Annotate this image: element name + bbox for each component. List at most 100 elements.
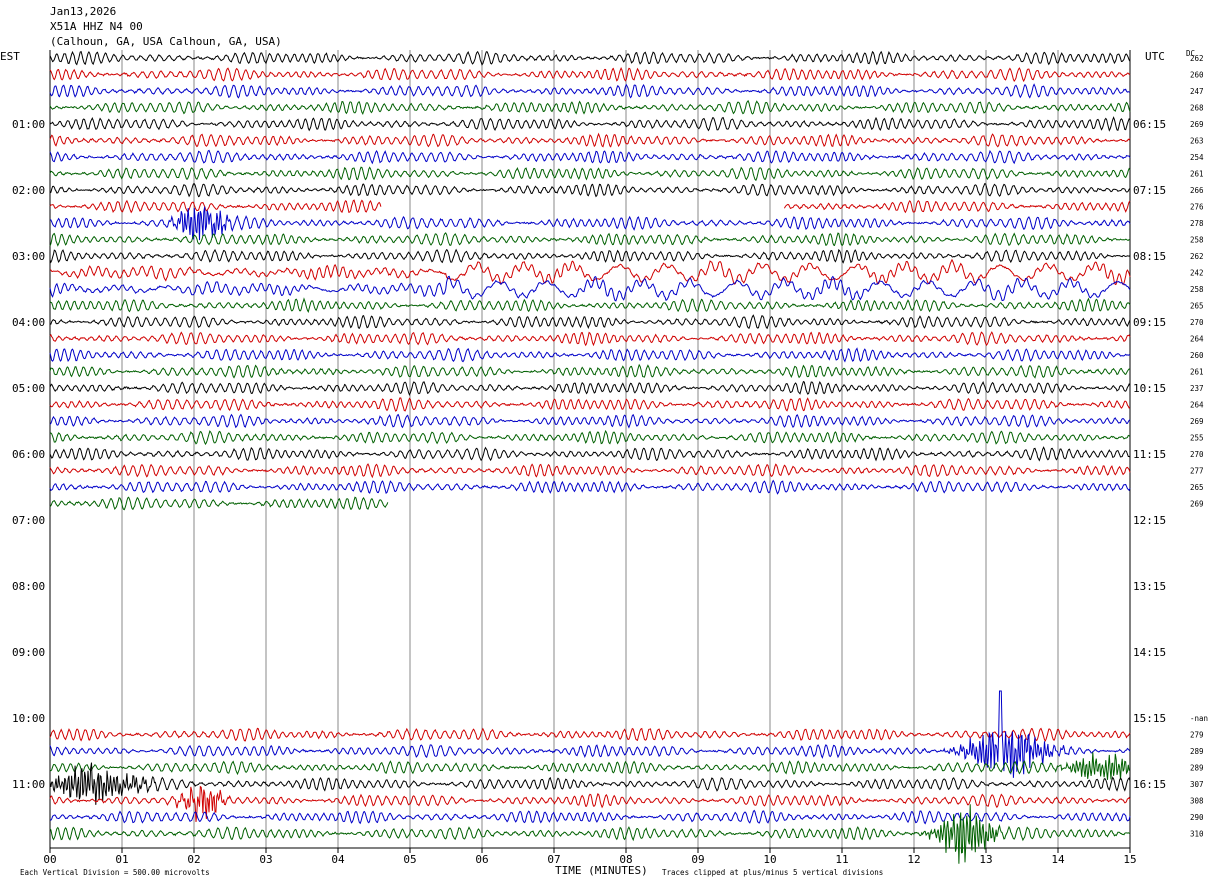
right-hour-label: 15:15 — [1133, 712, 1166, 725]
x-tick-label: 03 — [259, 853, 272, 866]
seismic-trace — [49, 66, 1131, 83]
trace-layer — [49, 50, 1131, 864]
header-date: Jan13,2026 — [50, 5, 116, 18]
left-hour-label: 05:00 — [12, 382, 45, 395]
dc-value: 279 — [1190, 731, 1204, 740]
seismic-trace — [49, 206, 1131, 241]
left-hour-label: 04:00 — [12, 316, 45, 329]
dc-value: 258 — [1190, 236, 1204, 245]
left-hour-label: 09:00 — [12, 646, 45, 659]
dc-value: 264 — [1190, 335, 1204, 344]
x-tick-label: 02 — [187, 853, 200, 866]
seismic-trace — [49, 429, 1131, 446]
dc-value: 307 — [1190, 780, 1204, 789]
seismic-trace — [49, 166, 1131, 182]
right-hour-label: 10:15 — [1133, 382, 1166, 395]
seismic-trace — [49, 446, 1131, 462]
x-tick-label: 13 — [979, 853, 992, 866]
dc-value: 289 — [1190, 747, 1204, 756]
right-hour-label: 12:15 — [1133, 514, 1166, 527]
seismic-trace — [49, 413, 1131, 429]
x-tick-label: 12 — [907, 853, 920, 866]
seismic-trace — [49, 83, 1131, 99]
seismic-trace — [49, 347, 1131, 363]
right-hour-labels: 06:15 07:15 08:15 09:15 10:15 11:15 12:15 13:15… — [1133, 118, 1166, 791]
right-hour-label: 16:15 — [1133, 778, 1166, 791]
seismic-trace — [49, 275, 1131, 302]
seismic-trace — [49, 397, 1131, 412]
seismic-trace — [49, 199, 382, 214]
seismic-trace — [49, 809, 1131, 825]
dc-value: 265 — [1190, 302, 1204, 311]
right-hour-label: 09:15 — [1133, 316, 1166, 329]
dc-value: 264 — [1190, 401, 1204, 410]
seismic-trace — [49, 297, 1131, 313]
left-timezone-label: EST — [0, 50, 20, 63]
left-hour-label: 03:00 — [12, 250, 45, 263]
right-timezone-label: UTC — [1145, 50, 1165, 63]
dc-value: 237 — [1190, 384, 1204, 393]
x-tick-label: 09 — [691, 853, 704, 866]
dc-value: 254 — [1190, 153, 1204, 162]
seismic-trace — [49, 50, 1131, 66]
dc-value: 278 — [1190, 219, 1204, 228]
seismic-trace — [49, 804, 1131, 864]
seismic-trace — [49, 99, 1131, 115]
dc-value: 310 — [1190, 830, 1204, 839]
header-location: (Calhoun, GA, USA Calhoun, GA, USA) — [50, 35, 282, 48]
seismic-trace — [50, 314, 1131, 330]
right-hour-label: 07:15 — [1133, 184, 1166, 197]
seismic-trace — [49, 727, 1131, 742]
footer-scale-note: Each Vertical Division = 500.00 microvol… — [20, 868, 210, 877]
seismic-trace — [49, 248, 1131, 264]
seismic-trace — [49, 182, 1131, 198]
right-hour-label: 13:15 — [1133, 580, 1166, 593]
dc-value: 242 — [1190, 269, 1204, 278]
seismic-trace — [49, 363, 1131, 379]
dc-value: 269 — [1190, 120, 1204, 129]
footer-clip-note: Traces clipped at plus/minus 5 vertical … — [662, 868, 883, 877]
x-tick-label: 14 — [1051, 853, 1065, 866]
seismic-trace — [783, 199, 1131, 214]
dc-value: 289 — [1190, 764, 1204, 773]
dc-value: 270 — [1190, 450, 1204, 459]
seismic-trace — [49, 380, 1131, 396]
x-tick-label: 04 — [331, 853, 345, 866]
dc-value: -nan — [1190, 714, 1208, 723]
left-hour-label: 02:00 — [12, 184, 45, 197]
x-tick-label: 15 — [1123, 853, 1136, 866]
dc-value: 277 — [1190, 467, 1204, 476]
header-station: X51A HHZ N4 00 — [50, 20, 143, 33]
x-tick-label: 10 — [763, 853, 776, 866]
dc-value: 276 — [1190, 203, 1204, 212]
dc-value: 261 — [1190, 368, 1204, 377]
helicorder-chart: Jan13,2026 X51A HHZ N4 00 (Calhoun, GA, … — [0, 5, 1208, 877]
left-hour-labels: 01:00 02:00 03:00 04:00 05:00 06:00 07:00 08:00… — [12, 118, 45, 791]
dc-value: 260 — [1190, 351, 1204, 360]
seismic-trace — [49, 258, 1131, 286]
dc-values: 262 260 247 268 269 263 254 261 266 276 278 258 262 2… — [1190, 54, 1208, 839]
dc-value: 255 — [1190, 434, 1204, 443]
dc-value: 261 — [1190, 170, 1204, 179]
x-tick-label: 06 — [475, 853, 488, 866]
seismic-trace — [49, 479, 1131, 495]
seismic-trace — [49, 752, 1131, 780]
seismic-trace — [49, 149, 1131, 165]
dc-value: 262 — [1190, 252, 1204, 261]
seismic-trace — [49, 463, 1131, 479]
left-hour-label: 10:00 — [12, 712, 45, 725]
x-tick-label: 01 — [115, 853, 128, 866]
dc-value: 308 — [1190, 797, 1204, 806]
left-hour-label: 07:00 — [12, 514, 45, 527]
seismic-trace — [49, 132, 1131, 148]
x-tick-label: 05 — [403, 853, 416, 866]
dc-value: 247 — [1190, 87, 1204, 96]
right-hour-label: 11:15 — [1133, 448, 1166, 461]
x-tick-label: 00 — [43, 853, 56, 866]
dc-value: 263 — [1190, 137, 1204, 146]
seismic-trace — [49, 116, 1131, 132]
dc-value: 290 — [1190, 813, 1204, 822]
dc-value: 269 — [1190, 417, 1204, 426]
dc-value: 270 — [1190, 318, 1204, 327]
dc-value: 262 — [1190, 54, 1204, 63]
